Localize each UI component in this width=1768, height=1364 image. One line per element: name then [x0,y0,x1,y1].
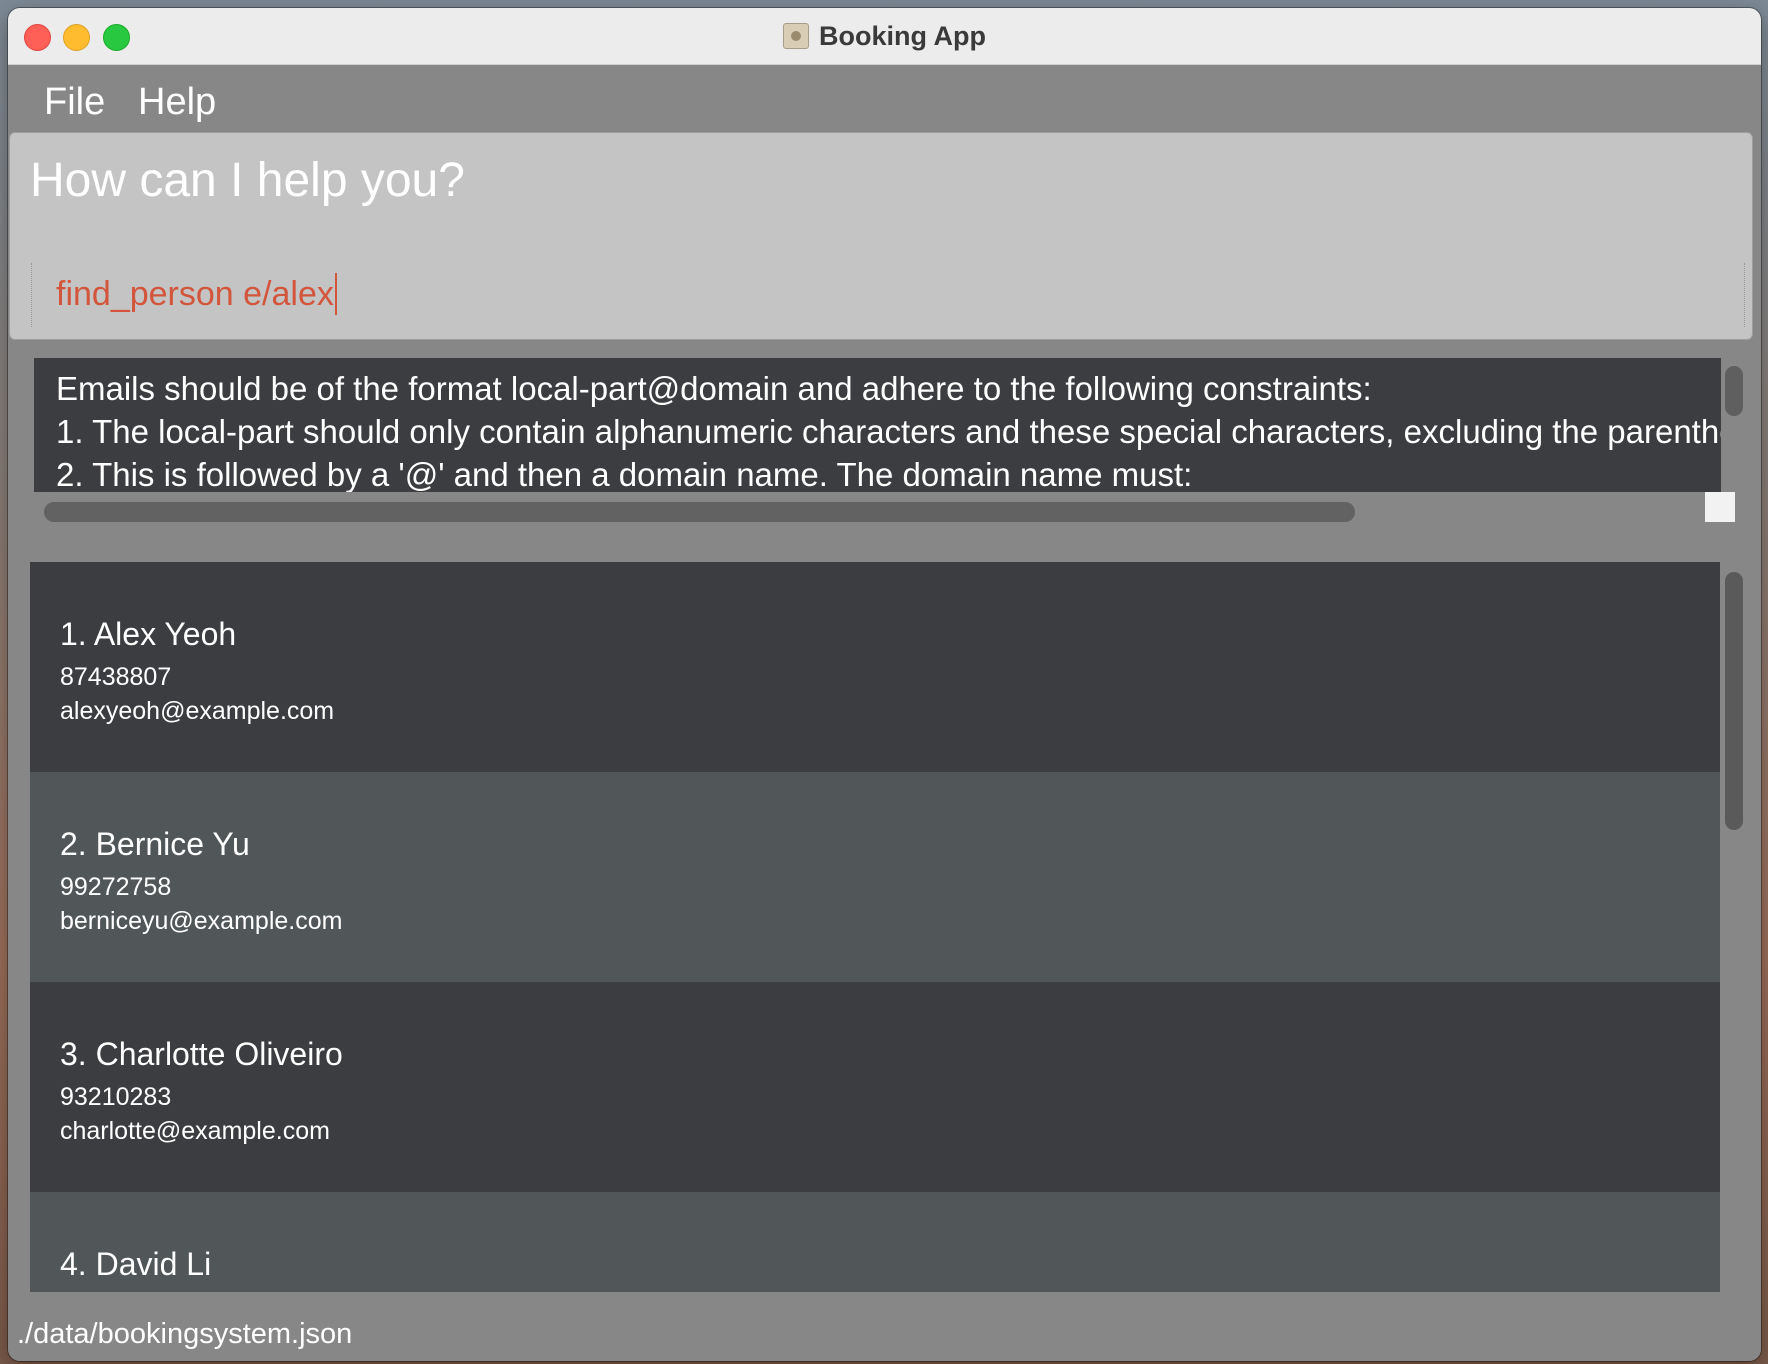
result-line: 2. This is followed by a '@' and then a … [56,456,1193,492]
result-vertical-scrollbar-thumb[interactable] [1725,366,1743,416]
command-prompt: How can I help you? [30,154,465,207]
title-bar: Booking App [8,8,1761,65]
person-email: alexyeoh@example.com [60,697,335,725]
result-horizontal-scrollbar-thumb[interactable] [44,502,1355,522]
status-bar: ./data/bookingsystem.json [8,1308,1761,1361]
scrollbar-corner [1705,492,1735,522]
command-input[interactable]: find_person e/alex [31,263,1745,327]
person-name: 3. Charlotte Oliveiro [60,1036,343,1072]
person-name: 4. David Li [60,1246,212,1282]
result-display[interactable]: Emails should be of the format local-par… [34,358,1721,492]
window-title: Booking App [819,20,986,51]
person-phone: 93210283 [60,1083,172,1111]
app-icon [783,23,809,49]
person-list[interactable]: 1. Alex Yeoh 87438807 alexyeoh@example.c… [30,562,1720,1292]
window-title-group: Booking App [8,8,1761,64]
person-card[interactable]: 4. David Li [30,1192,1720,1292]
result-line: Emails should be of the format local-par… [56,370,1372,407]
list-vertical-scrollbar-thumb[interactable] [1725,572,1743,830]
result-line: 1. The local-part should only contain al… [56,413,1721,450]
person-card[interactable]: 3. Charlotte Oliveiro 93210283 charlotte… [30,982,1720,1192]
person-email: charlotte@example.com [60,1117,330,1145]
person-name: 1. Alex Yeoh [60,616,237,652]
person-card[interactable]: 2. Bernice Yu 99272758 berniceyu@example… [30,772,1720,982]
person-card[interactable]: 1. Alex Yeoh 87438807 alexyeoh@example.c… [30,562,1720,772]
menu-bar: File Help [8,65,1761,139]
command-box: How can I help you? find_person e/alex [9,132,1753,340]
person-phone: 87438807 [60,663,172,691]
person-name: 2. Bernice Yu [60,826,250,862]
app-window: Booking App File Help How can I help you… [8,8,1761,1361]
command-input-text[interactable]: find_person e/alex [56,273,337,315]
status-file-path: ./data/bookingsystem.json [17,1318,353,1350]
person-email: berniceyu@example.com [60,907,343,935]
menu-file[interactable]: File [44,81,105,124]
menu-help[interactable]: Help [138,81,216,124]
person-phone: 99272758 [60,873,172,901]
